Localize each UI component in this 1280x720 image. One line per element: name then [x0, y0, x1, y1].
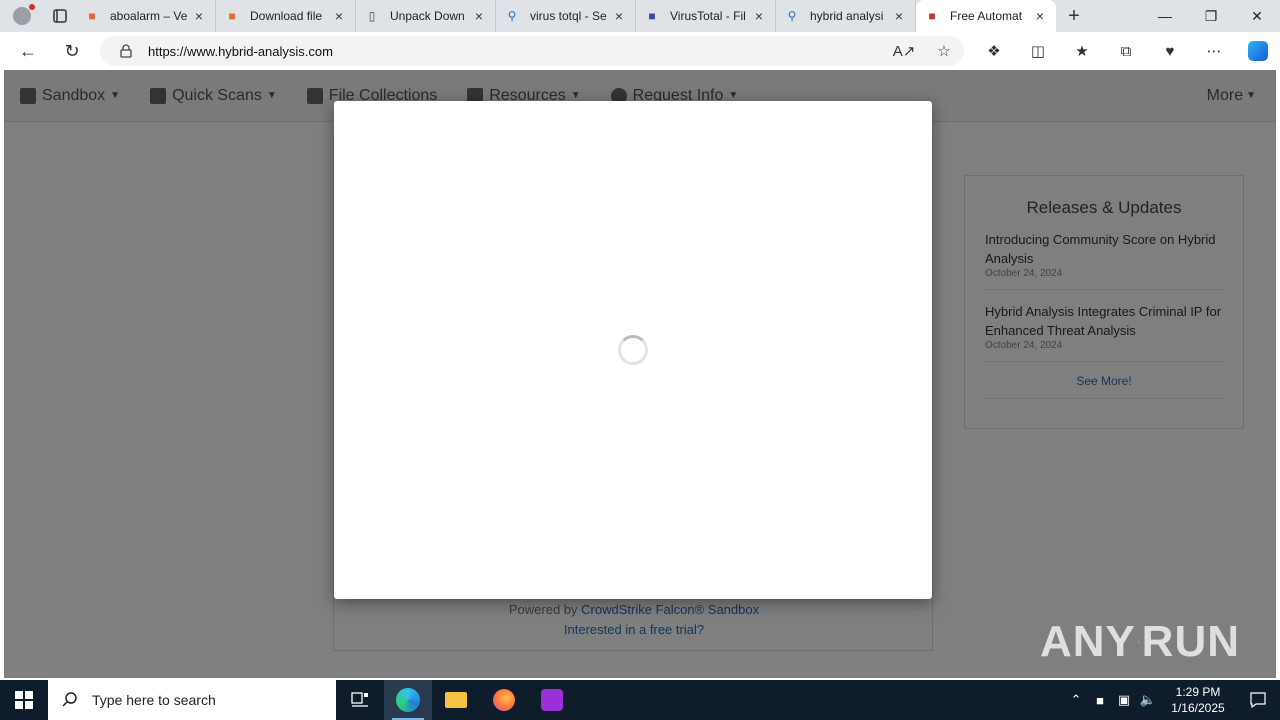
windows-logo-icon: [15, 691, 33, 709]
close-tab-icon[interactable]: ×: [471, 8, 487, 24]
folder-icon: [445, 692, 467, 708]
close-tab-icon[interactable]: ×: [751, 8, 767, 24]
tab-title: Unpack Down: [390, 9, 465, 23]
hybrid-analysis-icon: ■: [928, 9, 936, 23]
minimize-button[interactable]: —: [1142, 0, 1188, 32]
device-icon[interactable]: ■: [1088, 693, 1112, 708]
search-icon: ⚲: [507, 9, 517, 23]
taskbar-search[interactable]: Type here to search: [48, 680, 336, 720]
refresh-button[interactable]: ↻: [50, 32, 94, 70]
browser-toolbar: ← ↻ https://www.hybrid-analysis.com A↗ ☆…: [0, 32, 1280, 70]
tab-title: Download file: [250, 9, 323, 23]
tab-title: hybrid analysi: [810, 9, 884, 23]
taskbar-search-placeholder: Type here to search: [92, 692, 216, 708]
page-viewport: Sandbox▼ Quick Scans▼ File Collections R…: [4, 70, 1276, 678]
restore-button[interactable]: ❐: [1188, 0, 1234, 32]
virustotal-icon: ■: [648, 9, 656, 23]
system-tray: ⌃ ■ ▣ 🔈 1:29 PM 1/16/2025: [1064, 680, 1280, 720]
firefox-button[interactable]: [480, 680, 528, 720]
close-tab-icon[interactable]: ×: [891, 8, 907, 24]
clock-time: 1:29 PM: [1175, 685, 1221, 699]
notification-icon: [1250, 692, 1266, 708]
file-explorer-button[interactable]: [432, 680, 480, 720]
settings-more-icon[interactable]: ⋯: [1192, 32, 1236, 70]
copilot-icon[interactable]: [1236, 32, 1280, 70]
browser-tab[interactable]: ■ Free Automat ×: [916, 0, 1056, 32]
edge-taskbar-button[interactable]: [384, 680, 432, 720]
watermark-text: ANY: [1040, 617, 1136, 666]
task-view-button[interactable]: [336, 680, 384, 720]
lock-icon[interactable]: [118, 44, 134, 58]
browser-tab[interactable]: ■ Download file ×: [216, 0, 356, 32]
profile-avatar-icon: [13, 7, 31, 25]
chevron-up-icon[interactable]: ⌃: [1064, 692, 1088, 708]
windows-taskbar: Type here to search ⌃ ■ ▣ 🔈 1:29 PM 1/16…: [0, 680, 1280, 720]
volume-icon[interactable]: 🔈: [1136, 692, 1160, 708]
tab-actions-icon: [53, 9, 67, 23]
firefox-icon: [493, 689, 515, 711]
favorites-icon[interactable]: ★: [1060, 32, 1104, 70]
play-logo-icon: [1138, 641, 1140, 643]
search-icon: ⚲: [787, 9, 797, 23]
favorite-star-icon[interactable]: ☆: [924, 42, 964, 60]
download-icon: ■: [228, 9, 236, 23]
clock-date: 1/16/2025: [1171, 701, 1225, 715]
page-icon: ▯: [368, 9, 376, 23]
notifications-button[interactable]: [1236, 692, 1280, 708]
loading-spinner-icon: [618, 335, 648, 365]
task-view-icon: [351, 692, 368, 707]
tab-actions-button[interactable]: [44, 0, 76, 32]
extensions-icon[interactable]: ❖: [972, 32, 1016, 70]
url-text[interactable]: https://www.hybrid-analysis.com: [148, 44, 884, 59]
browser-tab[interactable]: ⚲ virus totql - Se ×: [496, 0, 636, 32]
browser-tab[interactable]: ■ aboalarm – Ve ×: [76, 0, 216, 32]
tab-title: VirusTotal - Fil: [670, 9, 746, 23]
close-window-button[interactable]: ✕: [1234, 0, 1280, 32]
loading-modal: [334, 101, 932, 599]
app-taskbar-button[interactable]: [528, 680, 576, 720]
browser-tab[interactable]: ▯ Unpack Down ×: [356, 0, 496, 32]
address-bar[interactable]: https://www.hybrid-analysis.com A↗ ☆: [100, 36, 964, 66]
browser-tabstrip: ■ aboalarm – Ve × ■ Download file × ▯ Unpack Do…: [0, 0, 1280, 32]
browser-tab[interactable]: ■ VirusTotal - Fil ×: [636, 0, 776, 32]
tab-title: virus totql - Se: [530, 9, 607, 23]
anyrun-watermark: ANY RUN: [1040, 610, 1240, 674]
aboalarm-icon: ■: [88, 9, 96, 23]
network-icon[interactable]: ▣: [1112, 692, 1136, 708]
profile-button[interactable]: [0, 0, 44, 32]
close-tab-icon[interactable]: ×: [611, 8, 627, 24]
close-tab-icon[interactable]: ×: [331, 8, 347, 24]
tab-title: aboalarm – Ve: [110, 9, 188, 23]
browser-essentials-icon[interactable]: ♥: [1148, 32, 1192, 70]
collections-icon[interactable]: ⧉: [1104, 32, 1148, 70]
search-icon: [62, 691, 78, 710]
read-aloud-icon[interactable]: A↗: [884, 42, 924, 60]
tab-title: Free Automat: [950, 9, 1023, 23]
close-tab-icon[interactable]: ×: [1032, 8, 1048, 24]
purple-app-icon: [541, 689, 563, 711]
start-button[interactable]: [0, 680, 48, 720]
edge-icon: [396, 688, 420, 712]
notification-dot: [29, 4, 35, 10]
browser-tab[interactable]: ⚲ hybrid analysi ×: [776, 0, 916, 32]
system-clock[interactable]: 1:29 PM 1/16/2025: [1160, 684, 1236, 716]
back-button[interactable]: ←: [6, 32, 50, 70]
close-tab-icon[interactable]: ×: [191, 8, 207, 24]
split-screen-icon[interactable]: ◫: [1016, 32, 1060, 70]
new-tab-button[interactable]: +: [1056, 0, 1092, 32]
